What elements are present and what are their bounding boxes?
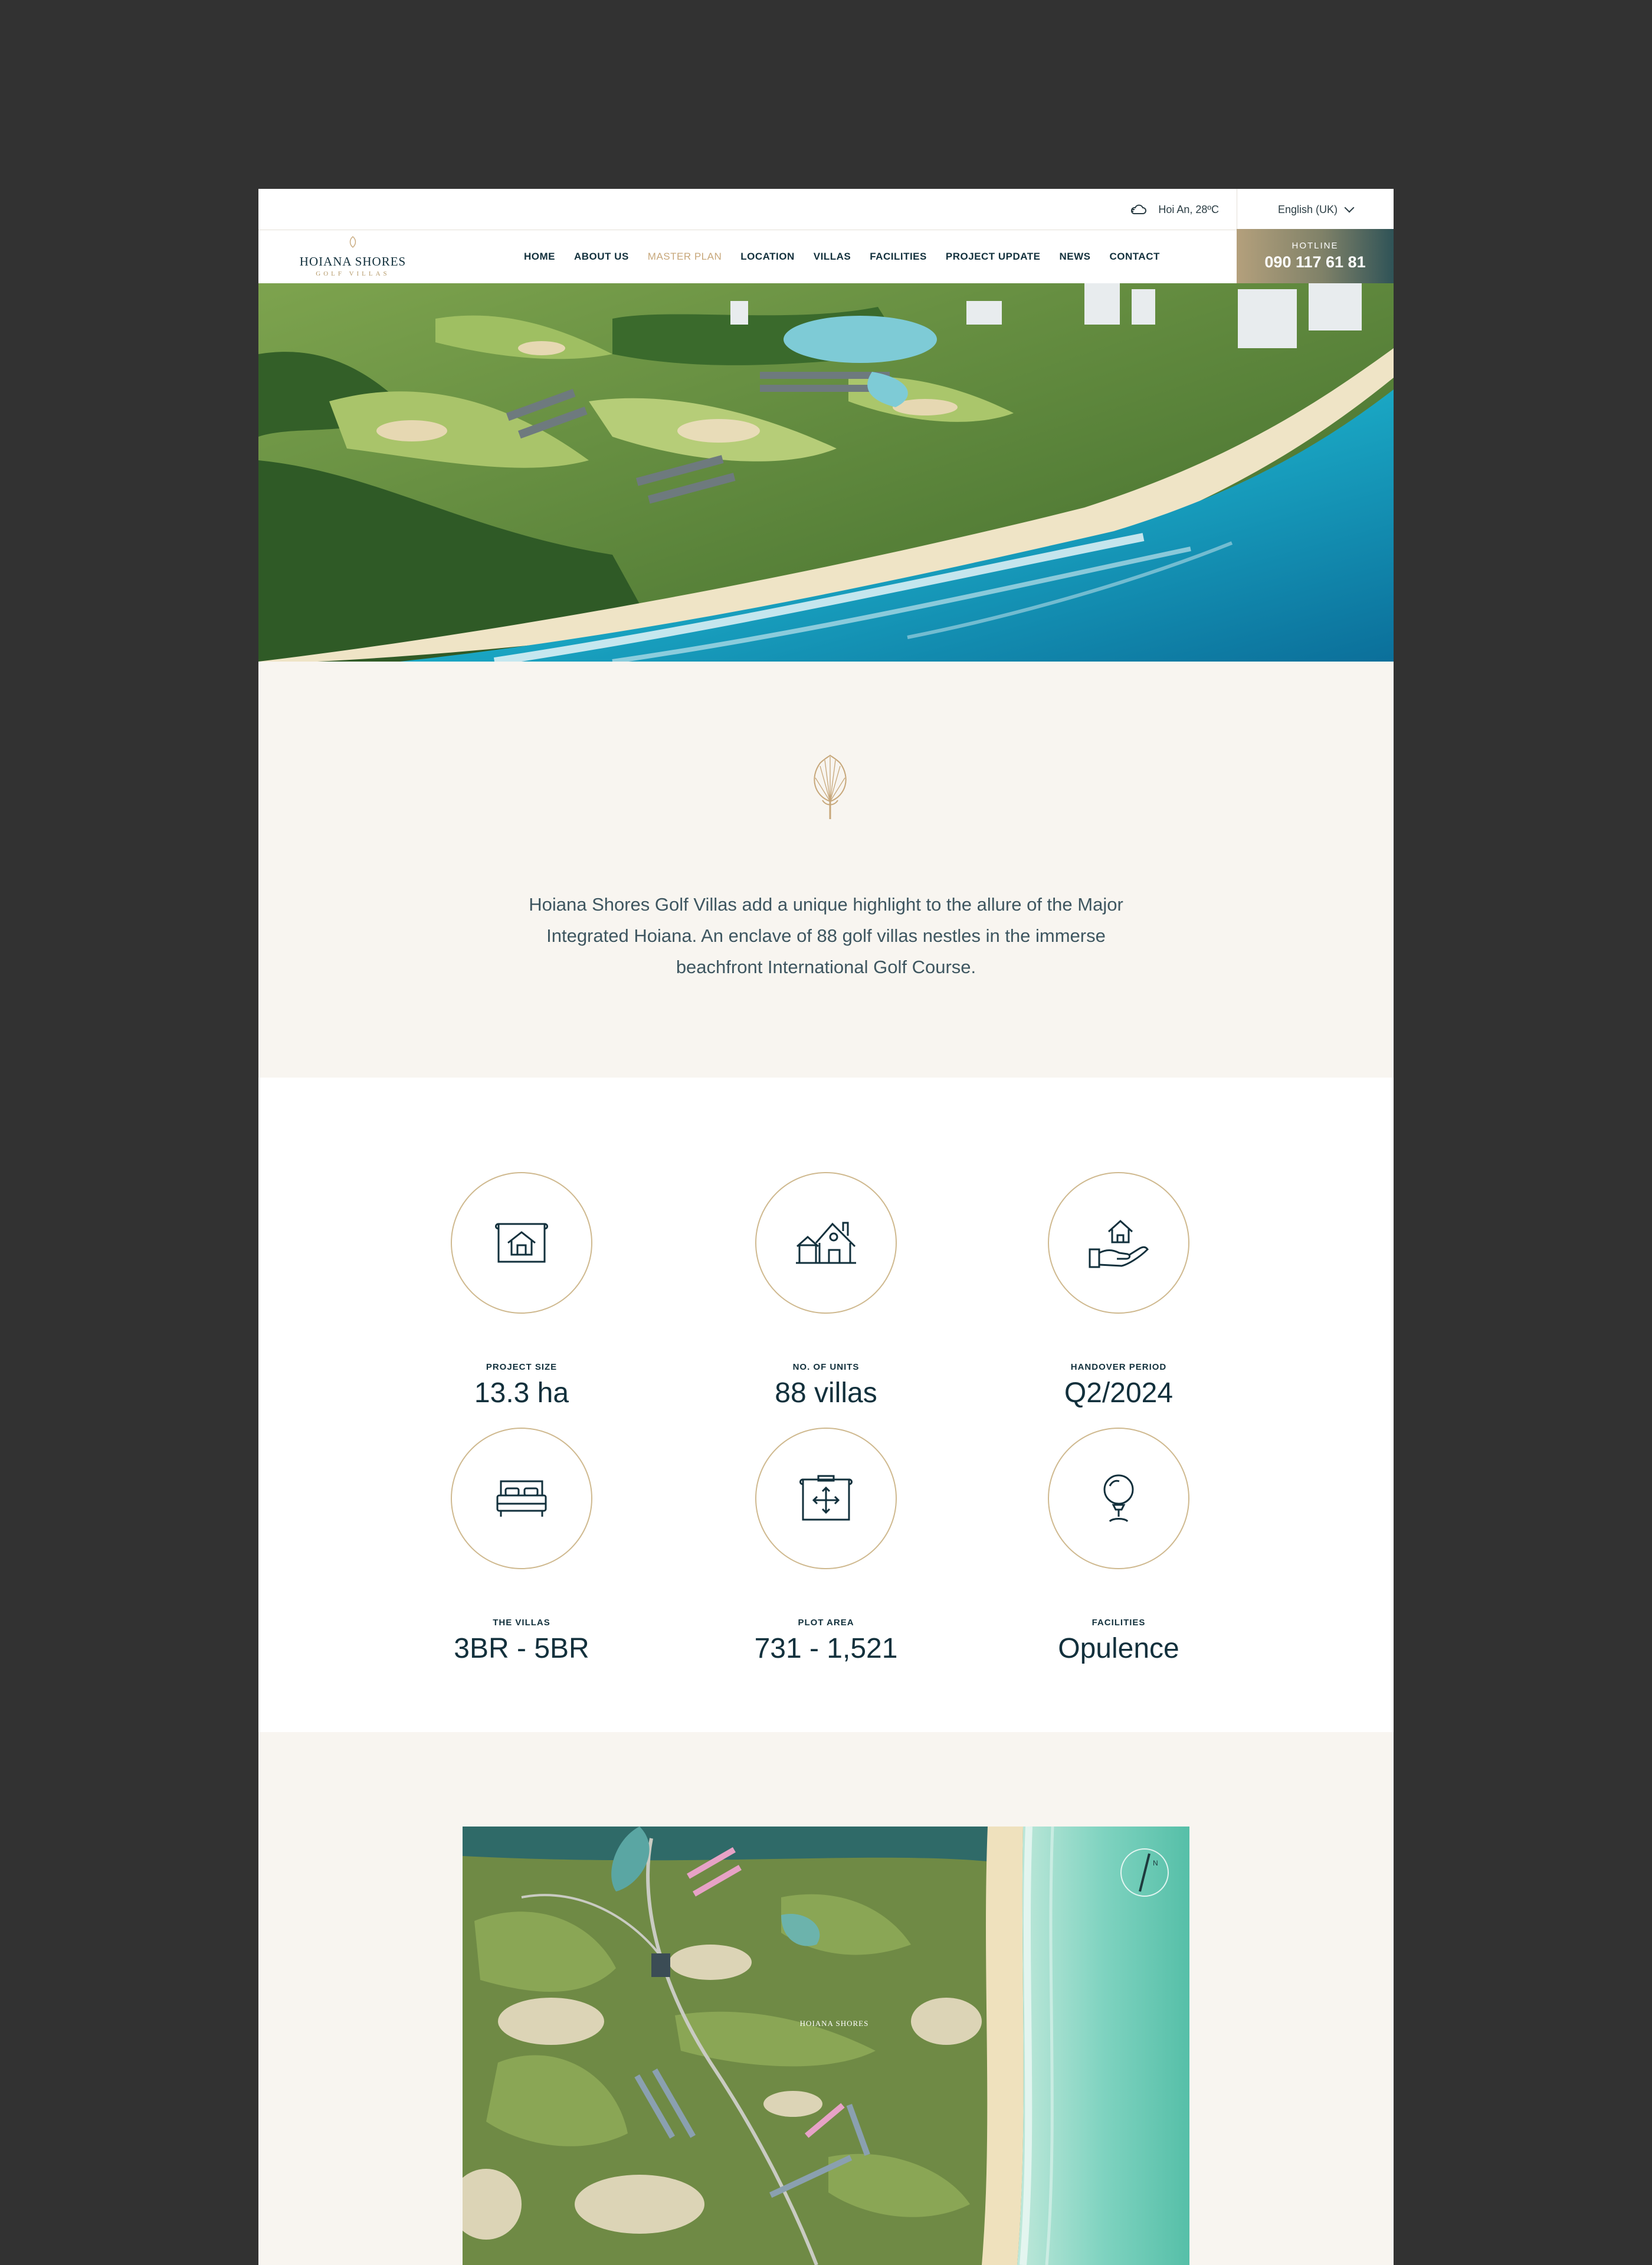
palm-leaf-icon [814,754,847,819]
svg-text:N: N [1153,1859,1158,1867]
intro-text: Hoiana Shores Golf Villas add a unique h… [529,894,1123,977]
hand-house-icon [1089,1219,1149,1268]
stat-label: NO. OF UNITS [792,1362,860,1372]
blueprint-house-icon [495,1223,548,1263]
stat-label: HANDOVER PERIOD [1070,1362,1167,1372]
logo-name: HOIANA SHORES [299,254,407,269]
house-icon [796,1222,856,1264]
cloud-icon [1131,204,1147,214]
stat-icon-circle [451,1172,592,1314]
stat-project-size: PROJECT SIZE 13.3 ha [404,1172,640,1409]
stat-icon-circle [451,1428,592,1569]
nav-item-project-update[interactable]: PROJECT UPDATE [946,251,1041,263]
stat-handover-period: HANDOVER PERIOD Q2/2024 [1001,1172,1237,1409]
stat-value: 3BR - 5BR [454,1633,589,1664]
stat-label: THE VILLAS [493,1618,550,1628]
stat-label: PROJECT SIZE [486,1362,558,1372]
stat-value: Opulence [1058,1633,1179,1664]
plot-area-icon [799,1475,853,1521]
hero-illustration [258,283,1394,662]
nav-item-news[interactable]: NEWS [1060,251,1091,263]
nav-item-contact[interactable]: CONTACT [1110,251,1160,263]
masterplan-map[interactable]: HOIANA SHORES N [463,1827,1189,2265]
stat-no-of-units: NO. OF UNITS 88 villas [708,1172,944,1409]
map-label: HOIANA SHORES [800,2019,869,2028]
stat-facilities: FACILITIES Opulence [1001,1428,1237,1665]
language-selector[interactable]: English (UK) [1237,189,1394,230]
weather-widget: Hoi An, 28ºC [1130,189,1219,230]
hotline-label: HOTLINE [1292,241,1339,251]
stat-plot-area: PLOT AREA 731 - 1,521 [708,1428,944,1665]
nav-item-facilities[interactable]: FACILITIES [870,251,927,263]
weather-text: Hoi An, 28ºC [1158,203,1219,215]
hotline-button[interactable]: HOTLINE 090 117 61 81 [1237,229,1394,283]
main-navbar: HOIANA SHORES GOLF VILLAS HOME ABOUT US MA… [258,229,1394,283]
stat-icon-circle [1048,1428,1189,1569]
logo[interactable]: HOIANA SHORES GOLF VILLAS [299,236,407,279]
stat-value: 88 villas [775,1377,877,1409]
nav-item-master-plan[interactable]: MASTER PLAN [648,251,722,263]
nav-item-about-us[interactable]: ABOUT US [574,251,629,263]
stats-section: PROJECT SIZE 13.3 ha NO. OF UNITS 88 vil… [258,1078,1394,1732]
stat-the-villas: THE VILLAS 3BR - 5BR [404,1428,640,1665]
nav-item-home[interactable]: HOME [524,251,555,263]
logo-leaf-icon [349,236,356,248]
hero-image [258,283,1394,662]
nav-item-villas[interactable]: VILLAS [814,251,851,263]
golf-ball-icon [1103,1474,1134,1523]
nav-menu: HOME ABOUT US MASTER PLAN LOCATION VILLAS FAC… [524,230,1160,283]
stat-value: 731 - 1,521 [754,1633,898,1664]
stat-label: FACILITIES [1092,1618,1146,1628]
intro-section: Hoiana Shores Golf Villas add a unique h… [258,662,1394,1078]
nav-item-location[interactable]: LOCATION [740,251,795,263]
language-label: English (UK) [1277,203,1338,215]
logo-tagline: GOLF VILLAS [316,270,390,277]
hotline-number: 090 117 61 81 [1264,253,1366,271]
stat-icon-circle [1048,1172,1189,1314]
stat-label: PLOT AREA [798,1618,854,1628]
stat-icon-circle [755,1428,897,1569]
page: Hoi An, 28ºC English (UK) HOIANA SHORES … [258,189,1394,2265]
bed-icon [496,1480,547,1517]
stat-icon-circle [755,1172,897,1314]
stat-value: 13.3 ha [474,1377,569,1409]
stat-value: Q2/2024 [1064,1377,1174,1409]
chevron-down-icon [1344,202,1355,213]
masterplan-section: HOIANA SHORES N [258,1732,1394,2265]
top-bar: Hoi An, 28ºC English (UK) [258,189,1394,230]
masterplan-illustration: HOIANA SHORES N [463,1827,1189,2265]
